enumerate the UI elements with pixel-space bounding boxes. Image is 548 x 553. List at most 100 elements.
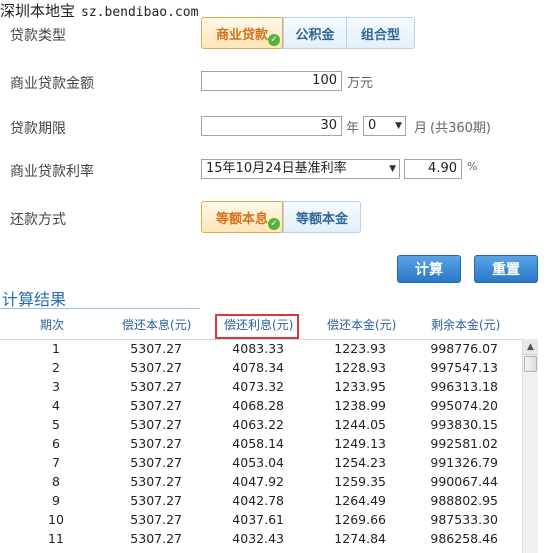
table-row: 11 5307.27 4032.43 1274.84 986258.46	[0, 530, 522, 549]
cell-interest: 4053.04	[232, 455, 284, 470]
cell-payment: 5307.27	[130, 360, 182, 375]
loan-term-month-unit: 月	[414, 121, 428, 136]
loan-term-year-unit: 年	[346, 121, 360, 136]
scroll-up-arrow-icon[interactable]: ▲	[523, 339, 538, 355]
loan-rate-input[interactable]: 4.90	[404, 159, 462, 179]
loan-type-option-commercial[interactable]: 商业贷款 ✓	[201, 17, 283, 49]
cell-payment: 5307.27	[130, 455, 182, 470]
cell-interest: 4078.34	[232, 360, 284, 375]
loan-type-option-label: 商业贷款	[215, 27, 268, 43]
cell-principal: 1254.23	[334, 455, 386, 470]
cell-interest: 4037.61	[232, 512, 284, 527]
cell-payment: 5307.27	[130, 417, 182, 432]
repayment-option-label: 等额本息	[215, 211, 268, 227]
cell-principal: 1259.35	[334, 474, 386, 489]
table-row: 8 5307.27 4047.92 1259.35 990067.44	[0, 473, 522, 492]
table-row: 9 5307.27 4042.78 1264.49 988802.95	[0, 492, 522, 511]
cell-interest: 4068.28	[232, 398, 284, 413]
table-row: 2 5307.27 4078.34 1228.93 997547.13	[0, 359, 522, 378]
cell-remaining: 993830.15	[430, 417, 498, 432]
table-row: 5 5307.27 4063.22 1244.05 993830.15	[0, 416, 522, 435]
cell-period: 8	[52, 474, 60, 489]
table-scrollbar[interactable]: ▲	[522, 339, 538, 553]
cell-payment: 5307.27	[130, 398, 182, 413]
loan-type-option-label: 公积金	[295, 27, 335, 43]
cell-period: 6	[52, 436, 60, 451]
cell-remaining: 986258.46	[430, 531, 498, 546]
watermark-site-name: 深圳本地宝	[0, 2, 76, 20]
months-select-value: 0	[368, 118, 377, 133]
cell-interest: 4047.92	[232, 474, 284, 489]
cell-principal: 1244.05	[334, 417, 386, 432]
checkmark-icon: ✓	[268, 218, 280, 230]
checkmark-icon: ✓	[268, 34, 280, 46]
loan-term-total-periods: (共360期)	[430, 121, 491, 136]
results-divider	[0, 308, 200, 309]
loan-term-label: 贷款期限	[10, 121, 66, 137]
repayment-option-label: 等额本金	[295, 211, 348, 227]
cell-payment: 5307.27	[130, 512, 182, 527]
loan-amount-unit: 万元	[347, 76, 374, 91]
cell-interest: 4073.32	[232, 379, 284, 394]
watermark-site-url: sz.bendibao.com	[81, 5, 199, 20]
repayment-method-label: 还款方式	[10, 212, 66, 228]
column-header-period: 期次	[40, 318, 65, 332]
loan-rate-label: 商业贷款利率	[10, 164, 94, 180]
reset-button[interactable]: 重置	[474, 255, 538, 283]
cell-principal: 1249.13	[334, 436, 386, 451]
loan-type-label: 贷款类型	[10, 28, 66, 44]
loan-type-option-label: 组合型	[360, 27, 400, 43]
loan-amount-label: 商业贷款金额	[10, 76, 94, 92]
cell-payment: 5307.27	[130, 341, 182, 356]
cell-period: 3	[52, 379, 60, 394]
loan-rate-percent-unit: %	[467, 160, 478, 173]
cell-remaining: 992581.02	[430, 436, 498, 451]
loan-term-months-select[interactable]: 0 ▼	[363, 116, 406, 136]
calculate-button[interactable]: 计算	[397, 255, 461, 283]
cell-remaining: 996313.18	[430, 379, 498, 394]
cell-payment: 5307.27	[130, 436, 182, 451]
table-row: 6 5307.27 4058.14 1249.13 992581.02	[0, 435, 522, 454]
loan-amount-input[interactable]: 100	[201, 71, 342, 91]
cell-principal: 1269.66	[334, 512, 386, 527]
cell-remaining: 991326.79	[430, 455, 498, 470]
scrollbar-thumb[interactable]	[524, 356, 537, 372]
cell-principal: 1264.49	[334, 493, 386, 508]
table-row: 7 5307.27 4053.04 1254.23 991326.79	[0, 454, 522, 473]
cell-remaining: 987533.30	[430, 512, 498, 527]
loan-type-option-combined[interactable]: 组合型	[346, 18, 414, 48]
cell-period: 11	[48, 531, 64, 546]
cell-principal: 1223.93	[334, 341, 386, 356]
column-header-principal: 偿还本金(元)	[327, 318, 397, 332]
cell-period: 4	[52, 398, 60, 413]
cell-interest: 4063.22	[232, 417, 284, 432]
rate-select-value: 15年10月24日基准利率	[206, 161, 347, 176]
results-table-body: 1 5307.27 4083.33 1223.93 998776.07 2 5307.27 4…	[0, 339, 522, 553]
cell-period: 10	[48, 512, 64, 527]
loan-rate-select[interactable]: 15年10月24日基准利率 ▼	[201, 159, 400, 179]
loan-type-option-provident-fund[interactable]: 公积金	[283, 18, 346, 48]
cell-remaining: 990067.44	[430, 474, 498, 489]
cell-period: 7	[52, 455, 60, 470]
cell-payment: 5307.27	[130, 379, 182, 394]
repayment-option-equal-principal[interactable]: 等额本金	[283, 202, 360, 232]
table-row: 10 5307.27 4037.61 1269.66 987533.30	[0, 511, 522, 530]
cell-payment: 5307.27	[130, 493, 182, 508]
cell-principal: 1233.95	[334, 379, 386, 394]
cell-principal: 1238.99	[334, 398, 386, 413]
results-title: 计算结果	[2, 290, 67, 309]
cell-interest: 4032.43	[232, 531, 284, 546]
cell-remaining: 988802.95	[430, 493, 498, 508]
column-header-payment: 偿还本息(元)	[122, 318, 192, 332]
table-row: 1 5307.27 4083.33 1223.93 998776.07	[0, 340, 522, 359]
repayment-option-equal-installment[interactable]: 等额本息 ✓	[201, 201, 283, 233]
table-row: 4 5307.27 4068.28 1238.99 995074.20	[0, 397, 522, 416]
table-row: 3 5307.27 4073.32 1233.95 996313.18	[0, 378, 522, 397]
cell-interest: 4083.33	[232, 341, 284, 356]
cell-period: 9	[52, 493, 60, 508]
cell-period: 5	[52, 417, 60, 432]
loan-term-years-input[interactable]: 30	[201, 116, 342, 136]
cell-remaining: 997547.13	[430, 360, 498, 375]
chevron-down-icon: ▼	[395, 121, 402, 131]
cell-principal: 1228.93	[334, 360, 386, 375]
